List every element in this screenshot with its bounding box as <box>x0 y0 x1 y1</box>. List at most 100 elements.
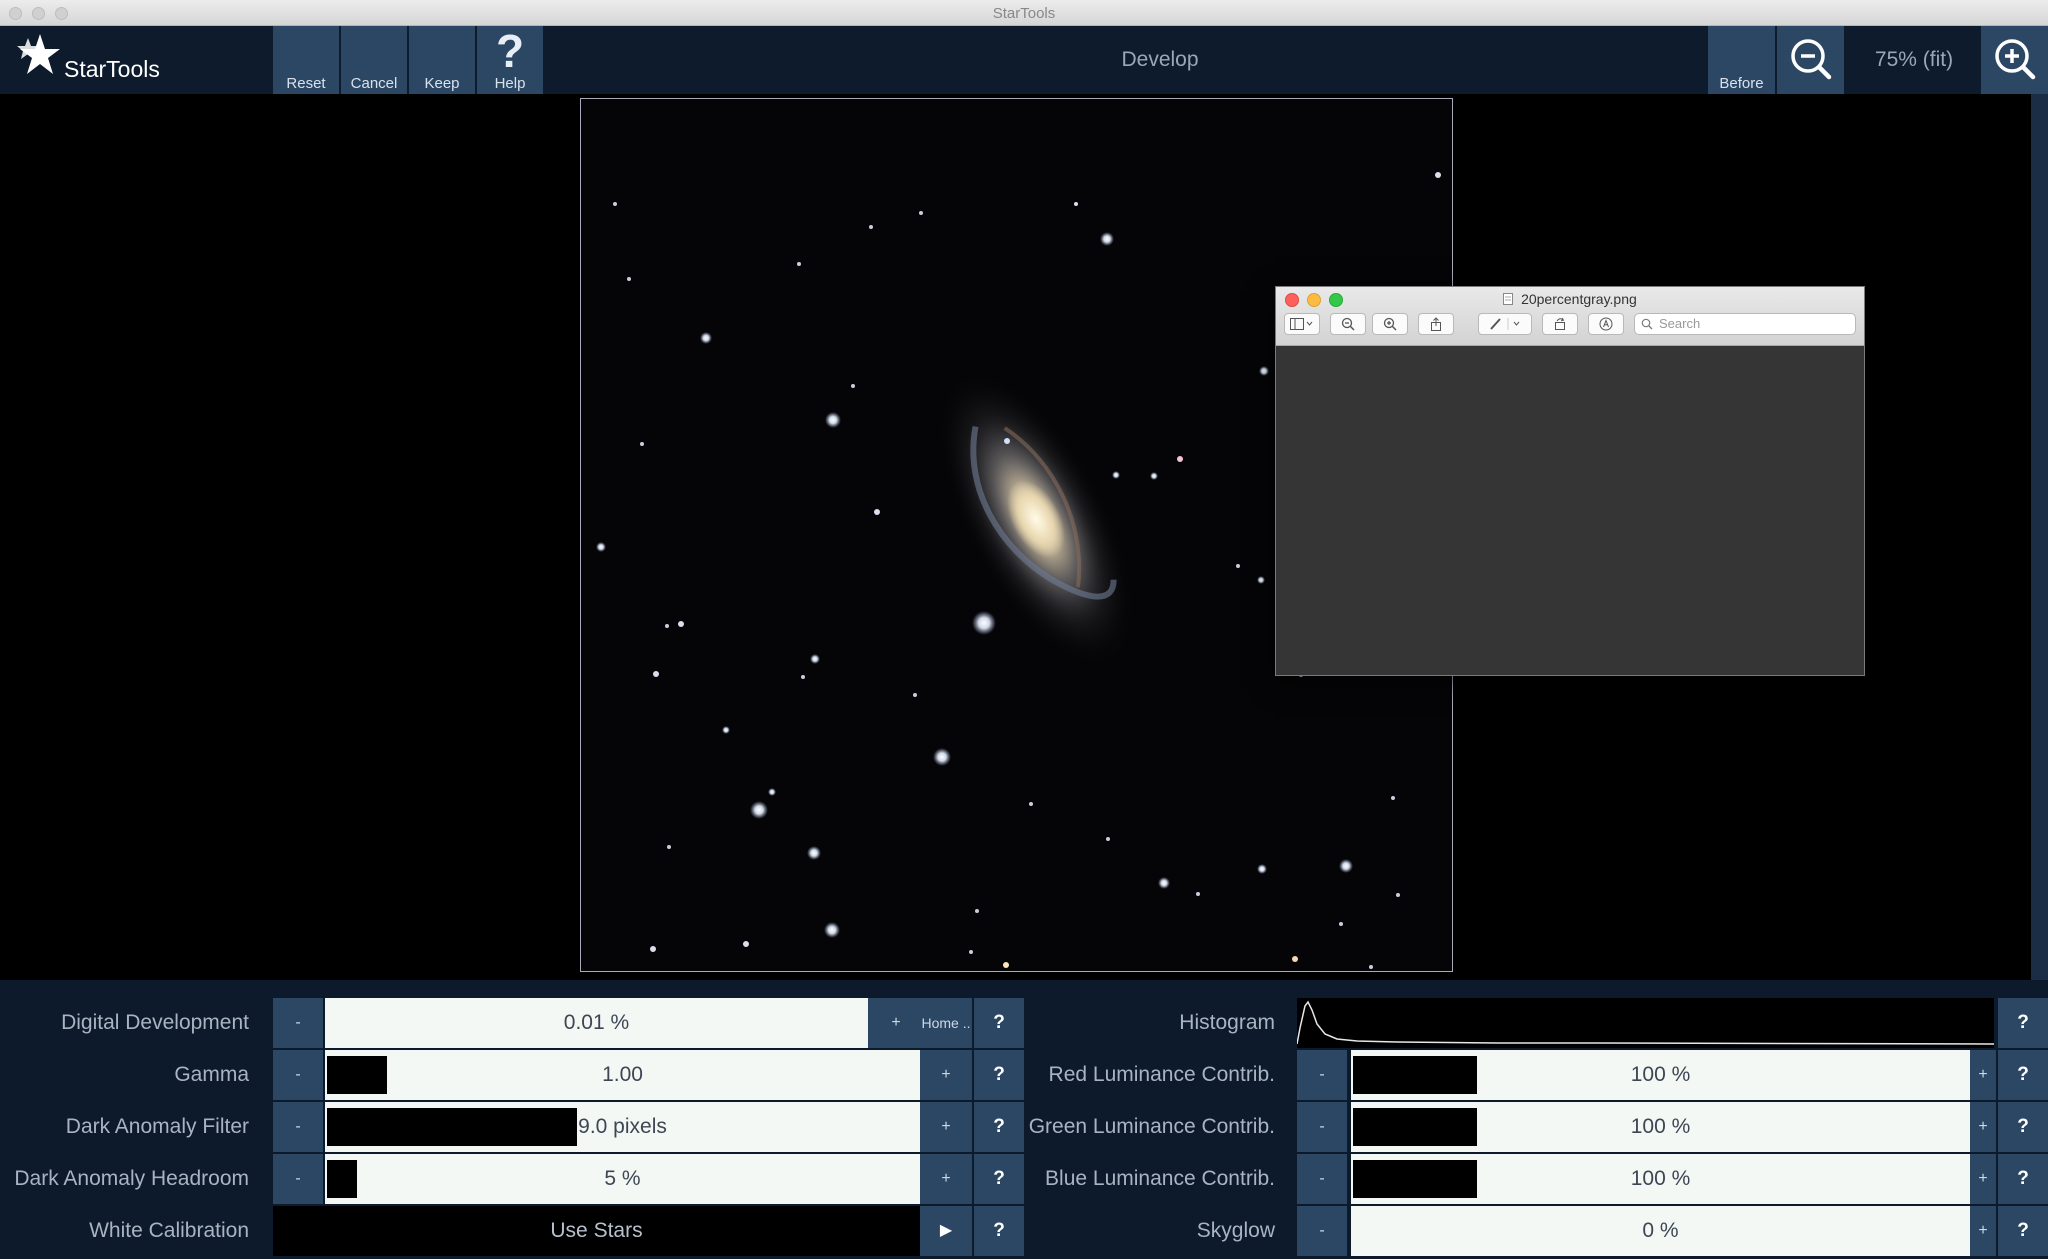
slider-track[interactable]: 100 % <box>1349 1102 1970 1152</box>
parameter-panel: Digital Development - 0.01 % + Home .. ?… <box>0 980 2048 1259</box>
slider-value: 1.00 <box>602 1063 643 1086</box>
slider-track[interactable]: 9.0 pixels <box>323 1102 920 1152</box>
slider-value: 0.01 % <box>563 1011 630 1034</box>
slider-track[interactable]: 0.01 % <box>323 998 868 1048</box>
share-button[interactable] <box>1418 313 1454 335</box>
histogram-display <box>1296 998 1995 1048</box>
param-label: Green Luminance Contrib. <box>1028 1115 1275 1138</box>
slider-track[interactable]: 100 % <box>1349 1050 1970 1100</box>
increment-button[interactable]: + <box>1970 1050 1996 1100</box>
help-question-button[interactable]: ? <box>1998 1050 2048 1100</box>
viewport-scrollbar[interactable] <box>2031 94 2048 980</box>
help-question-button[interactable]: ? <box>1998 1206 2048 1256</box>
magnifier-plus-icon <box>1383 317 1397 331</box>
decrement-button[interactable]: - <box>273 1154 323 1204</box>
keep-label: Keep <box>424 75 460 92</box>
preview-window[interactable]: 20percentgray.png Search <box>1275 286 1865 676</box>
magnifier-minus-icon <box>1341 317 1355 331</box>
zoom-in-button[interactable] <box>1981 26 2048 94</box>
slider-track[interactable]: 5 % <box>323 1154 920 1204</box>
slider-value: 100 % <box>1630 1063 1691 1086</box>
select-arrow-button[interactable]: ▶ <box>920 1206 972 1256</box>
histogram-curve <box>1296 1000 1995 1045</box>
document-icon <box>1503 293 1514 305</box>
annotate-circle-icon <box>1599 317 1613 331</box>
preview-zoom-in-button[interactable] <box>1372 313 1408 335</box>
help-question-button[interactable]: ? <box>1998 1102 2048 1152</box>
increment-button[interactable]: + <box>1970 1154 1996 1204</box>
param-row-white-calibration: White Calibration Use Stars ▶ ? <box>0 1206 1030 1256</box>
decrement-button[interactable]: - <box>1297 1050 1347 1100</box>
param-label: Red Luminance Contrib. <box>1048 1063 1275 1086</box>
window-titlebar: StarTools <box>0 0 2048 26</box>
zoom-out-button[interactable] <box>1777 26 1844 94</box>
decrement-button[interactable]: - <box>1297 1154 1347 1204</box>
white-calibration-select[interactable]: Use Stars <box>273 1206 920 1256</box>
preview-zoom-out-button[interactable] <box>1330 313 1366 335</box>
param-label: Dark Anomaly Filter <box>65 1115 249 1138</box>
param-row-histogram: Histogram ? <box>1024 998 2048 1048</box>
zoom-in-icon <box>1995 39 2036 80</box>
search-icon <box>1641 318 1653 330</box>
param-label: Skyglow <box>1196 1219 1275 1242</box>
help-question-button[interactable]: ? <box>974 998 1024 1048</box>
home-button[interactable]: Home .. <box>920 998 972 1048</box>
help-icon: ? <box>495 25 525 77</box>
slider-track[interactable]: 0 % <box>1349 1206 1970 1256</box>
help-question-button[interactable]: ? <box>974 1050 1024 1100</box>
decrement-button[interactable]: - <box>273 998 323 1048</box>
app-logo: StarTools <box>14 30 174 90</box>
slider-value: 100 % <box>1630 1115 1691 1138</box>
help-question-button[interactable]: ? <box>974 1206 1024 1256</box>
param-row-green-luminance: Green Luminance Contrib. - 100 % + ? <box>1024 1102 2048 1152</box>
reset-label: Reset <box>286 75 326 92</box>
annotate-button[interactable] <box>1588 313 1624 335</box>
before-button[interactable]: Before <box>1708 26 1775 94</box>
reset-button[interactable]: Reset <box>273 26 339 94</box>
decrement-button[interactable]: - <box>1297 1102 1347 1152</box>
increment-button[interactable]: + <box>1970 1102 1996 1152</box>
increment-button[interactable]: + <box>920 1154 972 1204</box>
param-row-digital-development: Digital Development - 0.01 % + Home .. ? <box>0 998 1030 1048</box>
param-label: Gamma <box>174 1063 249 1086</box>
slider-value: 100 % <box>1630 1167 1691 1190</box>
slider-value: 0 % <box>1642 1219 1679 1242</box>
share-icon <box>1431 317 1441 331</box>
help-question-button[interactable]: ? <box>974 1102 1024 1152</box>
keep-button[interactable]: Keep <box>409 26 475 94</box>
increment-button[interactable]: + <box>920 1050 972 1100</box>
decrement-button[interactable]: - <box>1297 1206 1347 1256</box>
slider-track[interactable]: 1.00 <box>323 1050 920 1100</box>
rotate-button[interactable] <box>1542 313 1578 335</box>
sidebar-toggle-button[interactable] <box>1284 313 1320 335</box>
decrement-button[interactable]: - <box>273 1050 323 1100</box>
preview-search-field[interactable]: Search <box>1634 313 1856 335</box>
preview-search-placeholder: Search <box>1659 316 1701 331</box>
increment-button[interactable]: + <box>868 998 924 1048</box>
slider-value: 5 % <box>604 1167 641 1190</box>
slider-track[interactable]: 100 % <box>1349 1154 1970 1204</box>
markup-button[interactable] <box>1478 313 1532 335</box>
rotate-icon <box>1555 317 1565 330</box>
window-title: StarTools <box>992 5 1056 22</box>
zoom-level: 75% (fit) <box>1874 48 1954 71</box>
help-button[interactable]: ? Help <box>477 25 543 94</box>
module-title: Develop <box>1121 48 1199 71</box>
help-question-button[interactable]: ? <box>974 1154 1024 1204</box>
decrement-button[interactable]: - <box>273 1102 323 1152</box>
param-row-blue-luminance: Blue Luminance Contrib. - 100 % + ? <box>1024 1154 2048 1204</box>
param-label: Dark Anomaly Headroom <box>14 1167 249 1190</box>
pen-icon <box>1490 318 1520 330</box>
app-logo-text: StarTools <box>64 56 160 82</box>
cancel-label: Cancel <box>350 75 398 92</box>
preview-title-wrap: 20percentgray.png <box>1276 291 1864 307</box>
help-question-button[interactable]: ? <box>1998 1154 2048 1204</box>
increment-button[interactable]: + <box>1970 1206 1996 1256</box>
increment-button[interactable]: + <box>920 1102 972 1152</box>
param-label: Blue Luminance Contrib. <box>1045 1167 1275 1190</box>
param-row-dark-anomaly-filter: Dark Anomaly Filter - 9.0 pixels + ? <box>0 1102 1030 1152</box>
cancel-button[interactable]: Cancel <box>341 26 407 94</box>
before-label: Before <box>1719 75 1764 92</box>
slider-value: 9.0 pixels <box>578 1115 667 1138</box>
help-question-button[interactable]: ? <box>1998 998 2048 1048</box>
